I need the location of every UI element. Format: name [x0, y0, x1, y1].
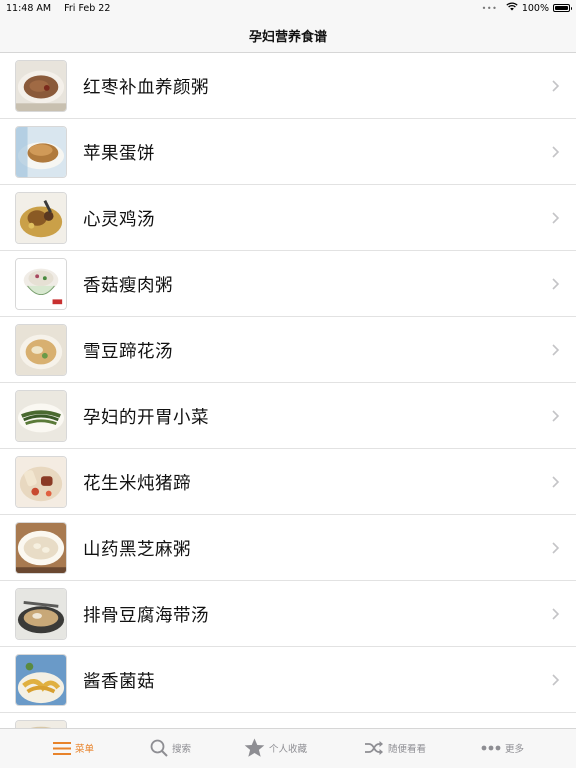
app-screen: 11:48 AM Fri Feb 22 • • • 100% 孕妇营养食谱 红枣… [0, 0, 576, 768]
recipe-name: 红枣补血养颜粥 [83, 78, 209, 98]
recipe-name: 酱香菌菇 [83, 672, 155, 692]
recipe-thumbnail [15, 588, 67, 640]
recipe-row[interactable]: 香菇瘦肉粥 [0, 251, 576, 317]
shuffle-icon [365, 741, 383, 755]
tab-bar: 菜单 搜索 个人收藏 随便看看 更多 [0, 728, 576, 768]
recipe-thumbnail [15, 126, 67, 178]
tab-label: 更多 [505, 744, 525, 755]
chevron-right-icon [552, 674, 560, 686]
recipe-thumbnail [15, 654, 67, 706]
navigation-bar: 孕妇营养食谱 [0, 18, 576, 53]
recipe-name: 香菇瘦肉粥 [83, 276, 173, 296]
chevron-right-icon [552, 476, 560, 488]
wifi-icon [506, 2, 518, 14]
chevron-right-icon [552, 278, 560, 290]
battery-icon [553, 4, 572, 12]
more-icon [481, 745, 501, 751]
chevron-right-icon [552, 410, 560, 422]
tab-label: 搜索 [172, 744, 192, 755]
recipe-thumbnail [15, 258, 67, 310]
status-date: Fri Feb 22 [64, 3, 111, 14]
multitask-dots-icon: • • • [481, 3, 497, 13]
recipe-name: 雪豆蹄花汤 [83, 342, 173, 362]
battery-percent: 100% [521, 2, 549, 14]
chevron-right-icon [552, 542, 560, 554]
recipe-row[interactable]: 孕妇的开胃小菜 [0, 383, 576, 449]
tab-more[interactable]: 更多 [481, 737, 524, 759]
tab-favorites[interactable]: 个人收藏 [244, 737, 307, 759]
recipe-list[interactable]: 红枣补血养颜粥 苹果蛋饼 心灵鸡汤 香菇瘦肉粥 雪豆蹄花汤 孕妇的开胃小菜 花生… [0, 53, 576, 729]
tab-label: 菜单 [75, 744, 95, 755]
recipe-row[interactable]: 红枣补血养颜粥 [0, 53, 576, 119]
status-bar: 11:48 AM Fri Feb 22 • • • 100% [0, 0, 576, 18]
recipe-row[interactable]: 花生米炖猪蹄 [0, 449, 576, 515]
menu-icon [53, 741, 71, 755]
chevron-right-icon [552, 344, 560, 356]
recipe-name: 心灵鸡汤 [83, 210, 155, 230]
recipe-name: 孕妇的开胃小菜 [83, 408, 209, 428]
chevron-right-icon [552, 212, 560, 224]
recipe-row[interactable]: 苹果蛋饼 [0, 119, 576, 185]
status-left: 11:48 AM Fri Feb 22 [6, 3, 120, 14]
recipe-row-partial[interactable] [0, 713, 576, 729]
recipe-row[interactable]: 排骨豆腐海带汤 [0, 581, 576, 647]
chevron-right-icon [552, 608, 560, 620]
recipe-row[interactable]: 山药黑芝麻粥 [0, 515, 576, 581]
tab-menu[interactable]: 菜单 [53, 737, 94, 759]
recipe-thumbnail [15, 456, 67, 508]
star-icon [244, 738, 265, 757]
search-icon [150, 739, 168, 757]
recipe-thumbnail [15, 324, 67, 376]
status-right: • • • 100% [481, 2, 572, 14]
chevron-right-icon [552, 80, 560, 92]
recipe-name: 山药黑芝麻粥 [83, 540, 191, 560]
tab-random[interactable]: 随便看看 [364, 737, 426, 759]
recipe-thumbnail [15, 522, 67, 574]
recipe-thumbnail [15, 192, 67, 244]
recipe-row[interactable]: 酱香菌菇 [0, 647, 576, 713]
recipe-row[interactable]: 心灵鸡汤 [0, 185, 576, 251]
tab-label: 随便看看 [388, 744, 427, 755]
page-title: 孕妇营养食谱 [248, 30, 327, 45]
tab-label: 个人收藏 [269, 744, 308, 755]
recipe-name: 花生米炖猪蹄 [83, 474, 191, 494]
recipe-name: 苹果蛋饼 [83, 144, 155, 164]
recipe-thumbnail [15, 390, 67, 442]
recipe-row[interactable]: 雪豆蹄花汤 [0, 317, 576, 383]
chevron-right-icon [552, 146, 560, 158]
tab-search[interactable]: 搜索 [150, 737, 191, 759]
status-time: 11:48 AM [6, 3, 52, 14]
recipe-thumbnail [15, 60, 67, 112]
battery-fill [555, 6, 568, 10]
recipe-name: 排骨豆腐海带汤 [83, 606, 209, 626]
